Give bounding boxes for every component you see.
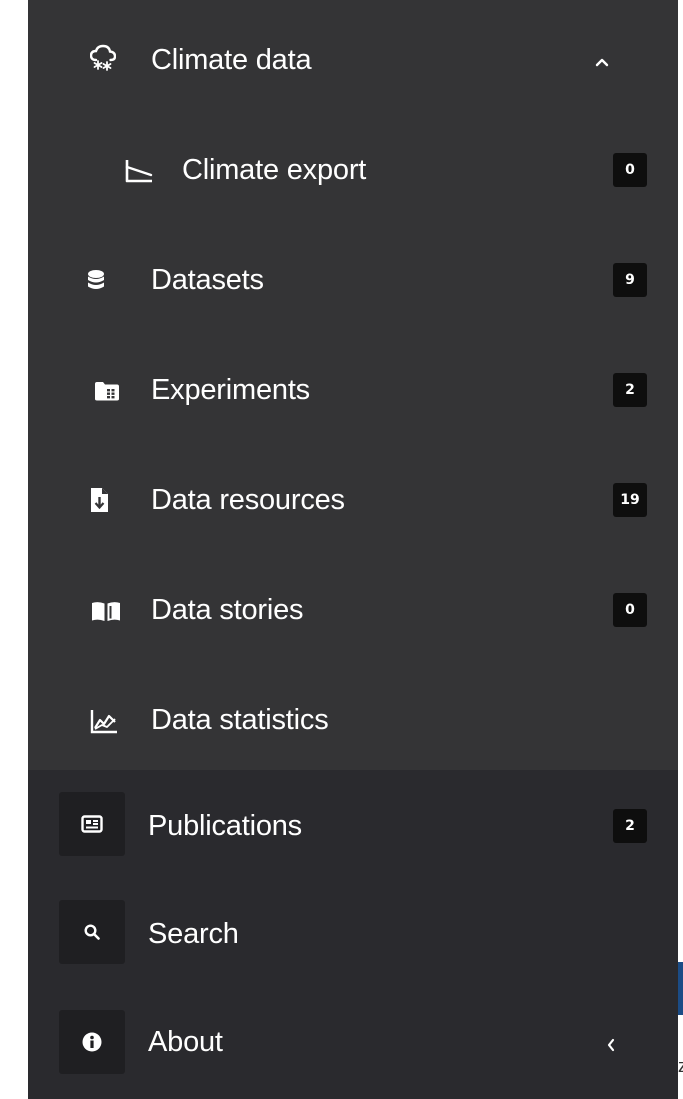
nav-climate-export-label: Climate export (182, 154, 367, 186)
sidebar: Climate data Climate export 0 Datasets 9… (28, 0, 678, 1099)
nav-experiments[interactable]: Experiments 2 (28, 354, 678, 426)
publications-icon-tile (59, 792, 125, 856)
nav-search[interactable]: Search (28, 900, 678, 972)
database-icon (86, 269, 106, 293)
book-open-icon (91, 599, 121, 623)
nav-climate-data-label: Climate data (151, 44, 312, 76)
count-badge: 19 (613, 483, 647, 517)
newspaper-icon (81, 815, 103, 833)
about-icon-tile (59, 1010, 125, 1074)
search-icon (84, 924, 100, 940)
count-badge: 0 (613, 153, 647, 187)
nav-about-label: About (148, 1026, 223, 1058)
chevron-up-icon[interactable] (595, 50, 609, 72)
nav-publications-label: Publications (148, 810, 302, 842)
nav-data-statistics[interactable]: Data statistics (28, 684, 678, 756)
count-badge: 9 (613, 263, 647, 297)
info-icon (82, 1032, 102, 1052)
nav-data-stories-label: Data stories (151, 594, 304, 626)
chevron-left-icon[interactable] (606, 1036, 616, 1058)
nav-data-resources-label: Data resources (151, 484, 345, 516)
chart-axis-icon (124, 158, 154, 184)
nav-climate-export[interactable]: Climate export 0 (28, 134, 678, 206)
nav-search-label: Search (148, 918, 239, 950)
count-badge: 2 (613, 809, 647, 843)
cloud-snow-icon (90, 44, 116, 72)
file-download-icon (89, 487, 109, 513)
nav-datasets-label: Datasets (151, 264, 264, 296)
folder-table-icon (94, 381, 120, 401)
nav-experiments-label: Experiments (151, 374, 310, 406)
count-badge: 0 (613, 593, 647, 627)
climate-data-submenu: Climate data Climate export 0 Datasets 9… (28, 0, 678, 770)
nav-publications[interactable]: Publications 2 (28, 790, 678, 862)
nav-datasets[interactable]: Datasets 9 (28, 244, 678, 316)
area-chart-icon (90, 708, 118, 734)
background-content-text: z (678, 1056, 683, 1076)
nav-data-resources[interactable]: Data resources 19 (28, 464, 678, 536)
background-content-edge (678, 962, 683, 1015)
count-badge: 2 (613, 373, 647, 407)
nav-climate-data[interactable]: Climate data (28, 24, 678, 96)
nav-about[interactable]: About (28, 1008, 678, 1080)
nav-data-statistics-label: Data statistics (151, 704, 329, 736)
nav-data-stories[interactable]: Data stories 0 (28, 574, 678, 646)
search-icon-tile (59, 900, 125, 964)
